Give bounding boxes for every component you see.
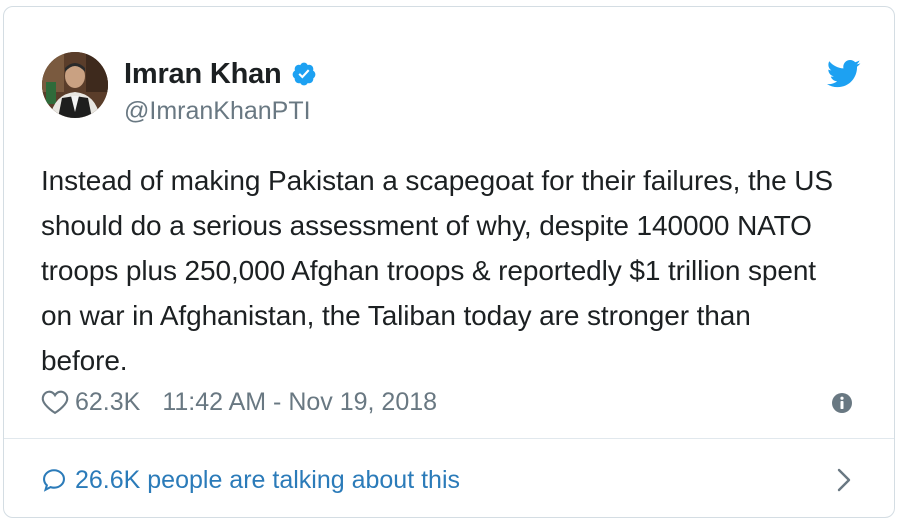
author-handle[interactable]: @ImranKhanPTI — [124, 97, 311, 126]
tweet-meta-row: 62.3K 11:42 AM - Nov 19, 2018 — [41, 384, 437, 420]
verified-badge-icon — [292, 62, 315, 86]
author-name[interactable]: Imran Khan — [124, 58, 282, 91]
twitter-bird-icon[interactable] — [827, 59, 861, 89]
heart-icon[interactable] — [41, 389, 69, 415]
tweet-timestamp[interactable]: 11:42 AM - Nov 19, 2018 — [162, 388, 437, 417]
info-icon[interactable] — [832, 393, 852, 413]
speech-bubble-icon — [43, 469, 65, 492]
tweet-text-line: Instead of making Pakistan a scapegoat f… — [41, 165, 833, 196]
tweet-header: Imran Khan @ImranKhanPTI — [4, 7, 894, 127]
chevron-right-icon[interactable] — [836, 467, 852, 493]
conversation-link[interactable]: 26.6K people are talking about this — [41, 462, 460, 498]
tweet-card: Imran Khan @ImranKhanPTI Instead of maki… — [3, 6, 895, 518]
conversation-count-text[interactable]: 26.6K people are talking about this — [75, 466, 460, 495]
author-name-row[interactable]: Imran Khan — [124, 56, 317, 92]
like-count[interactable]: 62.3K — [75, 388, 140, 417]
avatar-photo — [42, 52, 108, 118]
tweet-text-line: should do a serious assessment of why, d… — [41, 210, 812, 241]
tweet-text: Instead of making Pakistan a scapegoat f… — [41, 158, 871, 383]
tweet-text-line: on war in Afghanistan, the Taliban today… — [41, 300, 751, 331]
tweet-text-line: before. — [41, 345, 128, 376]
avatar[interactable] — [42, 52, 108, 118]
tweet-text-line: troops plus 250,000 Afghan troops & repo… — [41, 255, 816, 286]
divider — [4, 438, 894, 439]
